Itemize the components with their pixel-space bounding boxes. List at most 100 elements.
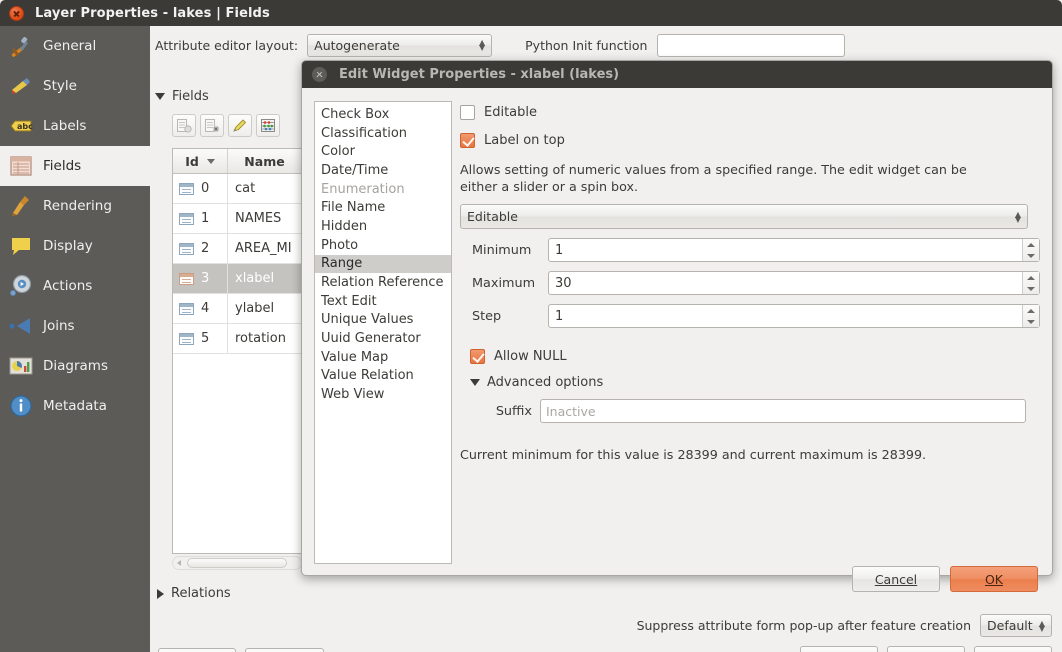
label-on-top-checkbox-row[interactable]: Label on top bbox=[460, 128, 1040, 152]
dialog-ok-label: OK bbox=[985, 572, 1003, 587]
sidebar-item-style[interactable]: Style bbox=[0, 66, 150, 106]
sidebar-item-label: Diagrams bbox=[43, 358, 108, 374]
column-header-name[interactable]: Name bbox=[228, 149, 301, 173]
calculate-field-button[interactable] bbox=[256, 114, 280, 137]
allow-null-checkbox[interactable] bbox=[470, 349, 485, 364]
widget-type-item[interactable]: Web View bbox=[315, 385, 451, 404]
column-header-id[interactable]: Id bbox=[173, 149, 228, 173]
sidebar-item-fields[interactable]: Fields bbox=[0, 146, 150, 186]
svg-text:abc: abc bbox=[17, 122, 33, 131]
widget-type-item[interactable]: Value Relation bbox=[315, 367, 451, 386]
fields-table[interactable]: Id Name 0 cat 1 NAMES bbox=[172, 148, 302, 554]
sidebar-item-general[interactable]: General bbox=[0, 26, 150, 66]
widget-type-item[interactable]: File Name bbox=[315, 198, 451, 217]
dialog-body: Check Box Classification Color Date/Time… bbox=[302, 88, 1052, 577]
fields-table-hscrollbar[interactable] bbox=[172, 556, 302, 570]
spin-up-icon[interactable] bbox=[1023, 305, 1039, 316]
scrollbar-thumb[interactable] bbox=[187, 558, 287, 568]
widget-type-item[interactable]: Hidden bbox=[315, 217, 451, 236]
sidebar-item-label: Rendering bbox=[43, 198, 112, 214]
widget-type-item[interactable]: Uuid Generator bbox=[315, 329, 451, 348]
sidebar-item-diagrams[interactable]: Diagrams bbox=[0, 346, 150, 386]
table-cell-id-value: 1 bbox=[201, 211, 209, 226]
close-icon[interactable] bbox=[312, 67, 327, 82]
suffix-row: Suffix bbox=[460, 399, 1040, 423]
table-cell-id: 4 bbox=[173, 294, 228, 323]
ok-button[interactable]: OK bbox=[974, 646, 1052, 652]
allow-null-checkbox-row[interactable]: Allow NULL bbox=[470, 344, 1040, 368]
sidebar-item-labels[interactable]: abc Labels bbox=[0, 106, 150, 146]
table-row-selected[interactable]: 3 xlabel bbox=[173, 264, 301, 294]
minimum-spinner-buttons[interactable] bbox=[1022, 239, 1039, 261]
table-cell-name: ylabel bbox=[228, 294, 301, 323]
maximum-row: Maximum 30 bbox=[460, 271, 1040, 295]
abc-label-icon: abc bbox=[8, 113, 34, 139]
maximum-label: Maximum bbox=[472, 276, 548, 291]
python-init-input[interactable] bbox=[657, 34, 845, 57]
widget-type-item[interactable]: Check Box bbox=[315, 105, 451, 124]
widget-type-list[interactable]: Check Box Classification Color Date/Time… bbox=[314, 101, 452, 564]
advanced-options-header[interactable]: Advanced options bbox=[470, 375, 1040, 390]
editable-checkbox[interactable] bbox=[460, 105, 475, 120]
spin-down-icon[interactable] bbox=[1023, 316, 1039, 327]
relations-group-header[interactable]: Relations bbox=[157, 586, 231, 601]
suffix-input[interactable] bbox=[540, 399, 1026, 423]
sidebar-item-joins[interactable]: Joins bbox=[0, 306, 150, 346]
table-cell-name: xlabel bbox=[228, 264, 301, 293]
spin-down-icon[interactable] bbox=[1023, 250, 1039, 261]
advanced-options-label: Advanced options bbox=[487, 375, 603, 390]
new-column-button[interactable] bbox=[172, 114, 196, 137]
table-cell-id-value: 4 bbox=[201, 301, 209, 316]
widget-type-item[interactable]: Photo bbox=[315, 236, 451, 255]
minimum-spinbox[interactable]: 1 bbox=[548, 238, 1040, 262]
sidebar-item-actions[interactable]: Actions bbox=[0, 266, 150, 306]
sidebar-item-rendering[interactable]: Rendering bbox=[0, 186, 150, 226]
widget-type-item[interactable]: Color bbox=[315, 142, 451, 161]
close-icon[interactable] bbox=[9, 6, 24, 21]
table-row[interactable]: 5 rotation bbox=[173, 324, 301, 354]
dialog-ok-button[interactable]: OK bbox=[950, 566, 1038, 592]
sidebar-item-label: Labels bbox=[43, 118, 86, 134]
step-spinner-buttons[interactable] bbox=[1022, 305, 1039, 327]
table-row[interactable]: 2 AREA_MI bbox=[173, 234, 301, 264]
table-row[interactable]: 4 ylabel bbox=[173, 294, 301, 324]
fields-group-header[interactable]: Fields bbox=[155, 89, 209, 104]
table-cell-id: 0 bbox=[173, 174, 228, 203]
help-button[interactable]: Help bbox=[158, 648, 236, 652]
apply-button[interactable]: Apply bbox=[800, 646, 878, 652]
chart-icon bbox=[8, 353, 34, 379]
editable-checkbox-row[interactable]: Editable bbox=[460, 100, 1040, 124]
widget-type-item[interactable]: Date/Time bbox=[315, 161, 451, 180]
spin-down-icon[interactable] bbox=[1023, 283, 1039, 294]
widget-type-item[interactable]: Classification bbox=[315, 124, 451, 143]
step-spinbox[interactable]: 1 bbox=[548, 304, 1040, 328]
label-on-top-checkbox[interactable] bbox=[460, 133, 475, 148]
suppress-form-combo[interactable]: Default ▲▼ bbox=[980, 614, 1052, 637]
widget-type-item[interactable]: Unique Values bbox=[315, 311, 451, 330]
fields-table-header: Id Name bbox=[173, 149, 301, 174]
chevron-right-icon bbox=[157, 589, 164, 599]
sidebar-item-metadata[interactable]: Metadata bbox=[0, 386, 150, 426]
dialog-cancel-button[interactable]: Cancel bbox=[852, 566, 940, 592]
column-header-label: Name bbox=[244, 154, 284, 169]
range-mode-combo[interactable]: Editable ▲▼ bbox=[460, 204, 1028, 229]
widget-type-item[interactable]: Text Edit bbox=[315, 292, 451, 311]
toggle-editing-button[interactable] bbox=[228, 114, 252, 137]
widget-type-item[interactable]: Value Map bbox=[315, 348, 451, 367]
style-button[interactable]: Style bbox=[245, 648, 324, 652]
table-row[interactable]: 1 NAMES bbox=[173, 204, 301, 234]
spin-up-icon[interactable] bbox=[1023, 239, 1039, 250]
maximum-spinbox[interactable]: 30 bbox=[548, 271, 1040, 295]
cancel-button[interactable]: Cancel bbox=[887, 646, 965, 652]
widget-type-item[interactable]: Relation Reference bbox=[315, 273, 451, 292]
widget-type-item-selected[interactable]: Range bbox=[315, 255, 451, 274]
scroll-left-icon[interactable] bbox=[177, 560, 181, 566]
table-row[interactable]: 0 cat bbox=[173, 174, 301, 204]
spin-up-icon[interactable] bbox=[1023, 272, 1039, 283]
sidebar-item-display[interactable]: Display bbox=[0, 226, 150, 266]
maximum-spinner-buttons[interactable] bbox=[1022, 272, 1039, 294]
chevron-down-icon bbox=[155, 93, 165, 100]
table-cell-id-value: 5 bbox=[201, 331, 209, 346]
attribute-editor-layout-combo[interactable]: Autogenerate ▲▼ bbox=[307, 34, 492, 57]
delete-column-button[interactable] bbox=[200, 114, 224, 137]
